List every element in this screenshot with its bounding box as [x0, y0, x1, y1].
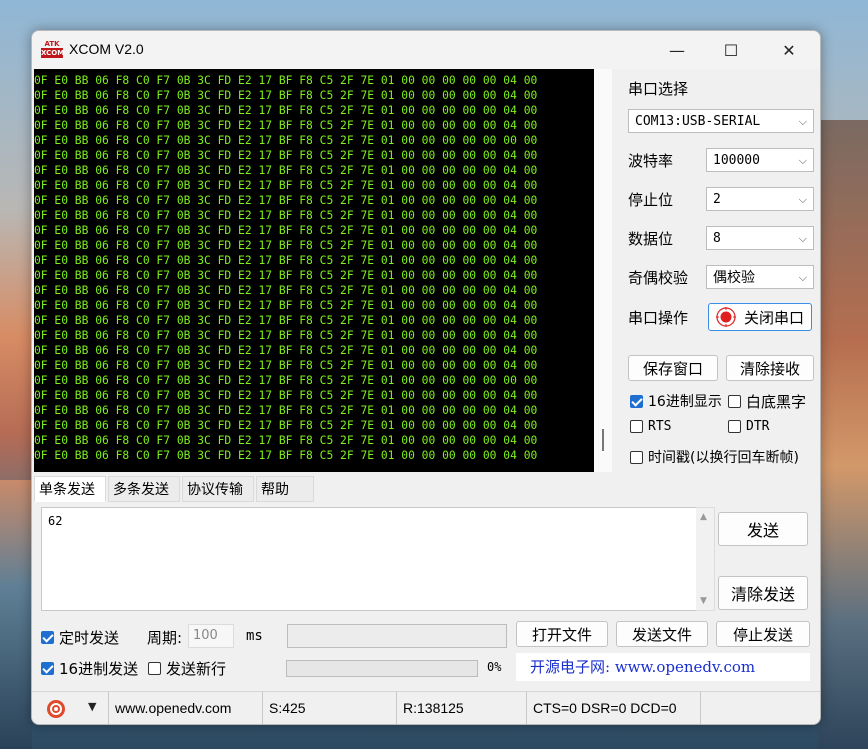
checkbox-checked-icon	[41, 662, 54, 675]
checkbox-checked-icon	[41, 631, 54, 644]
title-bar[interactable]: ATK XCOM XCOM V2.0 — ☐ ✕	[32, 31, 820, 69]
status-url[interactable]: www.openedv.com	[108, 692, 260, 724]
send-button[interactable]: 发送	[718, 512, 808, 546]
white-bg-checkbox[interactable]: 白底黑字	[728, 391, 806, 412]
website-banner[interactable]: 开源电子网: www.openedv.com	[516, 653, 810, 681]
data-bits-label: 数据位	[628, 230, 674, 248]
receive-scrollbar[interactable]	[594, 69, 612, 472]
hex-send-label: 16进制发送	[59, 660, 139, 678]
checkbox-unchecked-icon	[728, 420, 741, 433]
file-path-field[interactable]	[287, 624, 507, 648]
desktop-wallpaper-left	[0, 480, 32, 749]
tab-protocol[interactable]: 协议传输	[182, 476, 254, 502]
scroll-down-icon[interactable]: ▼	[700, 596, 707, 606]
tab-single-send[interactable]: 单条发送	[34, 476, 106, 502]
white-bg-label: 白底黑字	[746, 393, 807, 411]
send-progress-bar	[286, 660, 478, 677]
port-label: 串口选择	[628, 80, 689, 98]
status-lines: CTS=0 DSR=0 DCD=0	[526, 692, 698, 724]
timestamp-label: 时间戳(以换行回车断帧)	[648, 450, 799, 466]
xcom-window: ATK XCOM XCOM V2.0 — ☐ ✕ 0F E0 BB 06 F8 …	[31, 30, 821, 725]
tab-multi-send[interactable]: 多条发送	[108, 476, 180, 502]
send-text: 62	[48, 514, 63, 528]
send-file-button[interactable]: 发送文件	[616, 621, 708, 647]
status-sent: S:425	[262, 692, 394, 724]
hex-display-checkbox[interactable]: 16进制显示	[630, 391, 722, 411]
logo-top-text: ATK	[44, 40, 60, 48]
checkbox-unchecked-icon	[728, 395, 741, 408]
rts-checkbox[interactable]: RTS	[630, 419, 671, 434]
serial-settings-panel: 串口选择 COM13:USB-SERIAL ⌵ 波特率 100000 ⌵ 停止位 2…	[622, 69, 820, 474]
period-unit: ms	[246, 628, 263, 644]
parity-label: 奇偶校验	[628, 269, 689, 287]
timed-send-label: 定时发送	[59, 629, 120, 647]
parity-select[interactable]: 偶校验 ⌵	[706, 265, 814, 289]
status-bar: ▼ www.openedv.com S:425 R:138125 CTS=0 D…	[32, 691, 820, 724]
settings-gear-icon[interactable]	[46, 699, 66, 723]
hex-display-label: 16进制显示	[648, 394, 722, 410]
clear-receive-button[interactable]: 清除接收	[726, 355, 814, 381]
period-input[interactable]: 100	[188, 624, 234, 648]
tab-help[interactable]: 帮助	[256, 476, 314, 502]
port-select[interactable]: COM13:USB-SERIAL ⌵	[628, 109, 814, 133]
close-port-button[interactable]: 关闭串口	[708, 303, 812, 331]
hex-send-checkbox[interactable]: 16进制发送	[41, 658, 138, 679]
desktop-wallpaper-right	[818, 120, 868, 749]
chevron-down-icon: ⌵	[798, 154, 807, 167]
clear-send-button[interactable]: 清除发送	[718, 576, 808, 610]
checkbox-checked-icon	[630, 394, 643, 408]
send-scrollbar[interactable]: ▲ ▼	[696, 507, 715, 611]
timestamp-checkbox[interactable]: 时间戳(以换行回车断帧)	[630, 447, 799, 467]
dtr-checkbox[interactable]: DTR	[728, 419, 769, 434]
data-bits-value: 8	[713, 231, 721, 246]
chevron-down-icon: ⌵	[798, 271, 807, 284]
close-button[interactable]: ✕	[766, 31, 812, 69]
baud-select[interactable]: 100000 ⌵	[706, 148, 814, 172]
rts-label: RTS	[648, 419, 672, 434]
stop-bits-value: 2	[713, 192, 721, 207]
period-label: 周期:	[147, 629, 183, 647]
send-newline-checkbox[interactable]: 发送新行	[148, 658, 226, 679]
checkbox-unchecked-icon	[630, 450, 643, 464]
close-port-label: 关闭串口	[743, 308, 804, 327]
logo-bottom-text: XCOM	[41, 48, 65, 58]
scrollbar-thumb[interactable]	[602, 429, 604, 451]
receive-area[interactable]: 0F E0 BB 06 F8 C0 F7 0B 3C FD E2 17 BF F…	[34, 69, 594, 472]
chevron-down-icon: ⌵	[798, 232, 807, 245]
status-empty	[700, 692, 820, 724]
checkbox-unchecked-icon	[148, 662, 161, 675]
status-received: R:138125	[396, 692, 526, 724]
open-file-button[interactable]: 打开文件	[516, 621, 608, 647]
port-value: COM13:USB-SERIAL	[635, 114, 761, 129]
baud-label: 波特率	[628, 152, 674, 170]
parity-value: 偶校验	[713, 270, 755, 286]
chevron-down-icon: ⌵	[798, 115, 807, 128]
progress-percent: 0%	[487, 660, 502, 674]
port-operation-label: 串口操作	[628, 309, 689, 327]
dropdown-arrow-icon[interactable]: ▼	[88, 700, 96, 713]
dtr-label: DTR	[746, 419, 770, 434]
scroll-up-icon[interactable]: ▲	[700, 512, 707, 522]
checkbox-unchecked-icon	[630, 420, 643, 433]
stop-bits-label: 停止位	[628, 191, 674, 209]
save-window-button[interactable]: 保存窗口	[628, 355, 718, 381]
send-input[interactable]: 62	[41, 507, 698, 611]
led-indicator-icon	[715, 307, 736, 327]
data-bits-select[interactable]: 8 ⌵	[706, 226, 814, 250]
minimize-button[interactable]: —	[654, 31, 700, 69]
send-newline-label: 发送新行	[166, 660, 227, 678]
timed-send-checkbox[interactable]: 定时发送	[41, 627, 119, 648]
stop-bits-select[interactable]: 2 ⌵	[706, 187, 814, 211]
app-logo-icon: ATK XCOM	[41, 40, 65, 58]
window-title: XCOM V2.0	[69, 41, 144, 57]
baud-value: 100000	[713, 153, 760, 168]
chevron-down-icon: ⌵	[798, 193, 807, 206]
maximize-button[interactable]: ☐	[708, 31, 754, 69]
receive-text: 0F E0 BB 06 F8 C0 F7 0B 3C FD E2 17 BF F…	[34, 74, 538, 462]
stop-send-button[interactable]: 停止发送	[716, 621, 810, 647]
